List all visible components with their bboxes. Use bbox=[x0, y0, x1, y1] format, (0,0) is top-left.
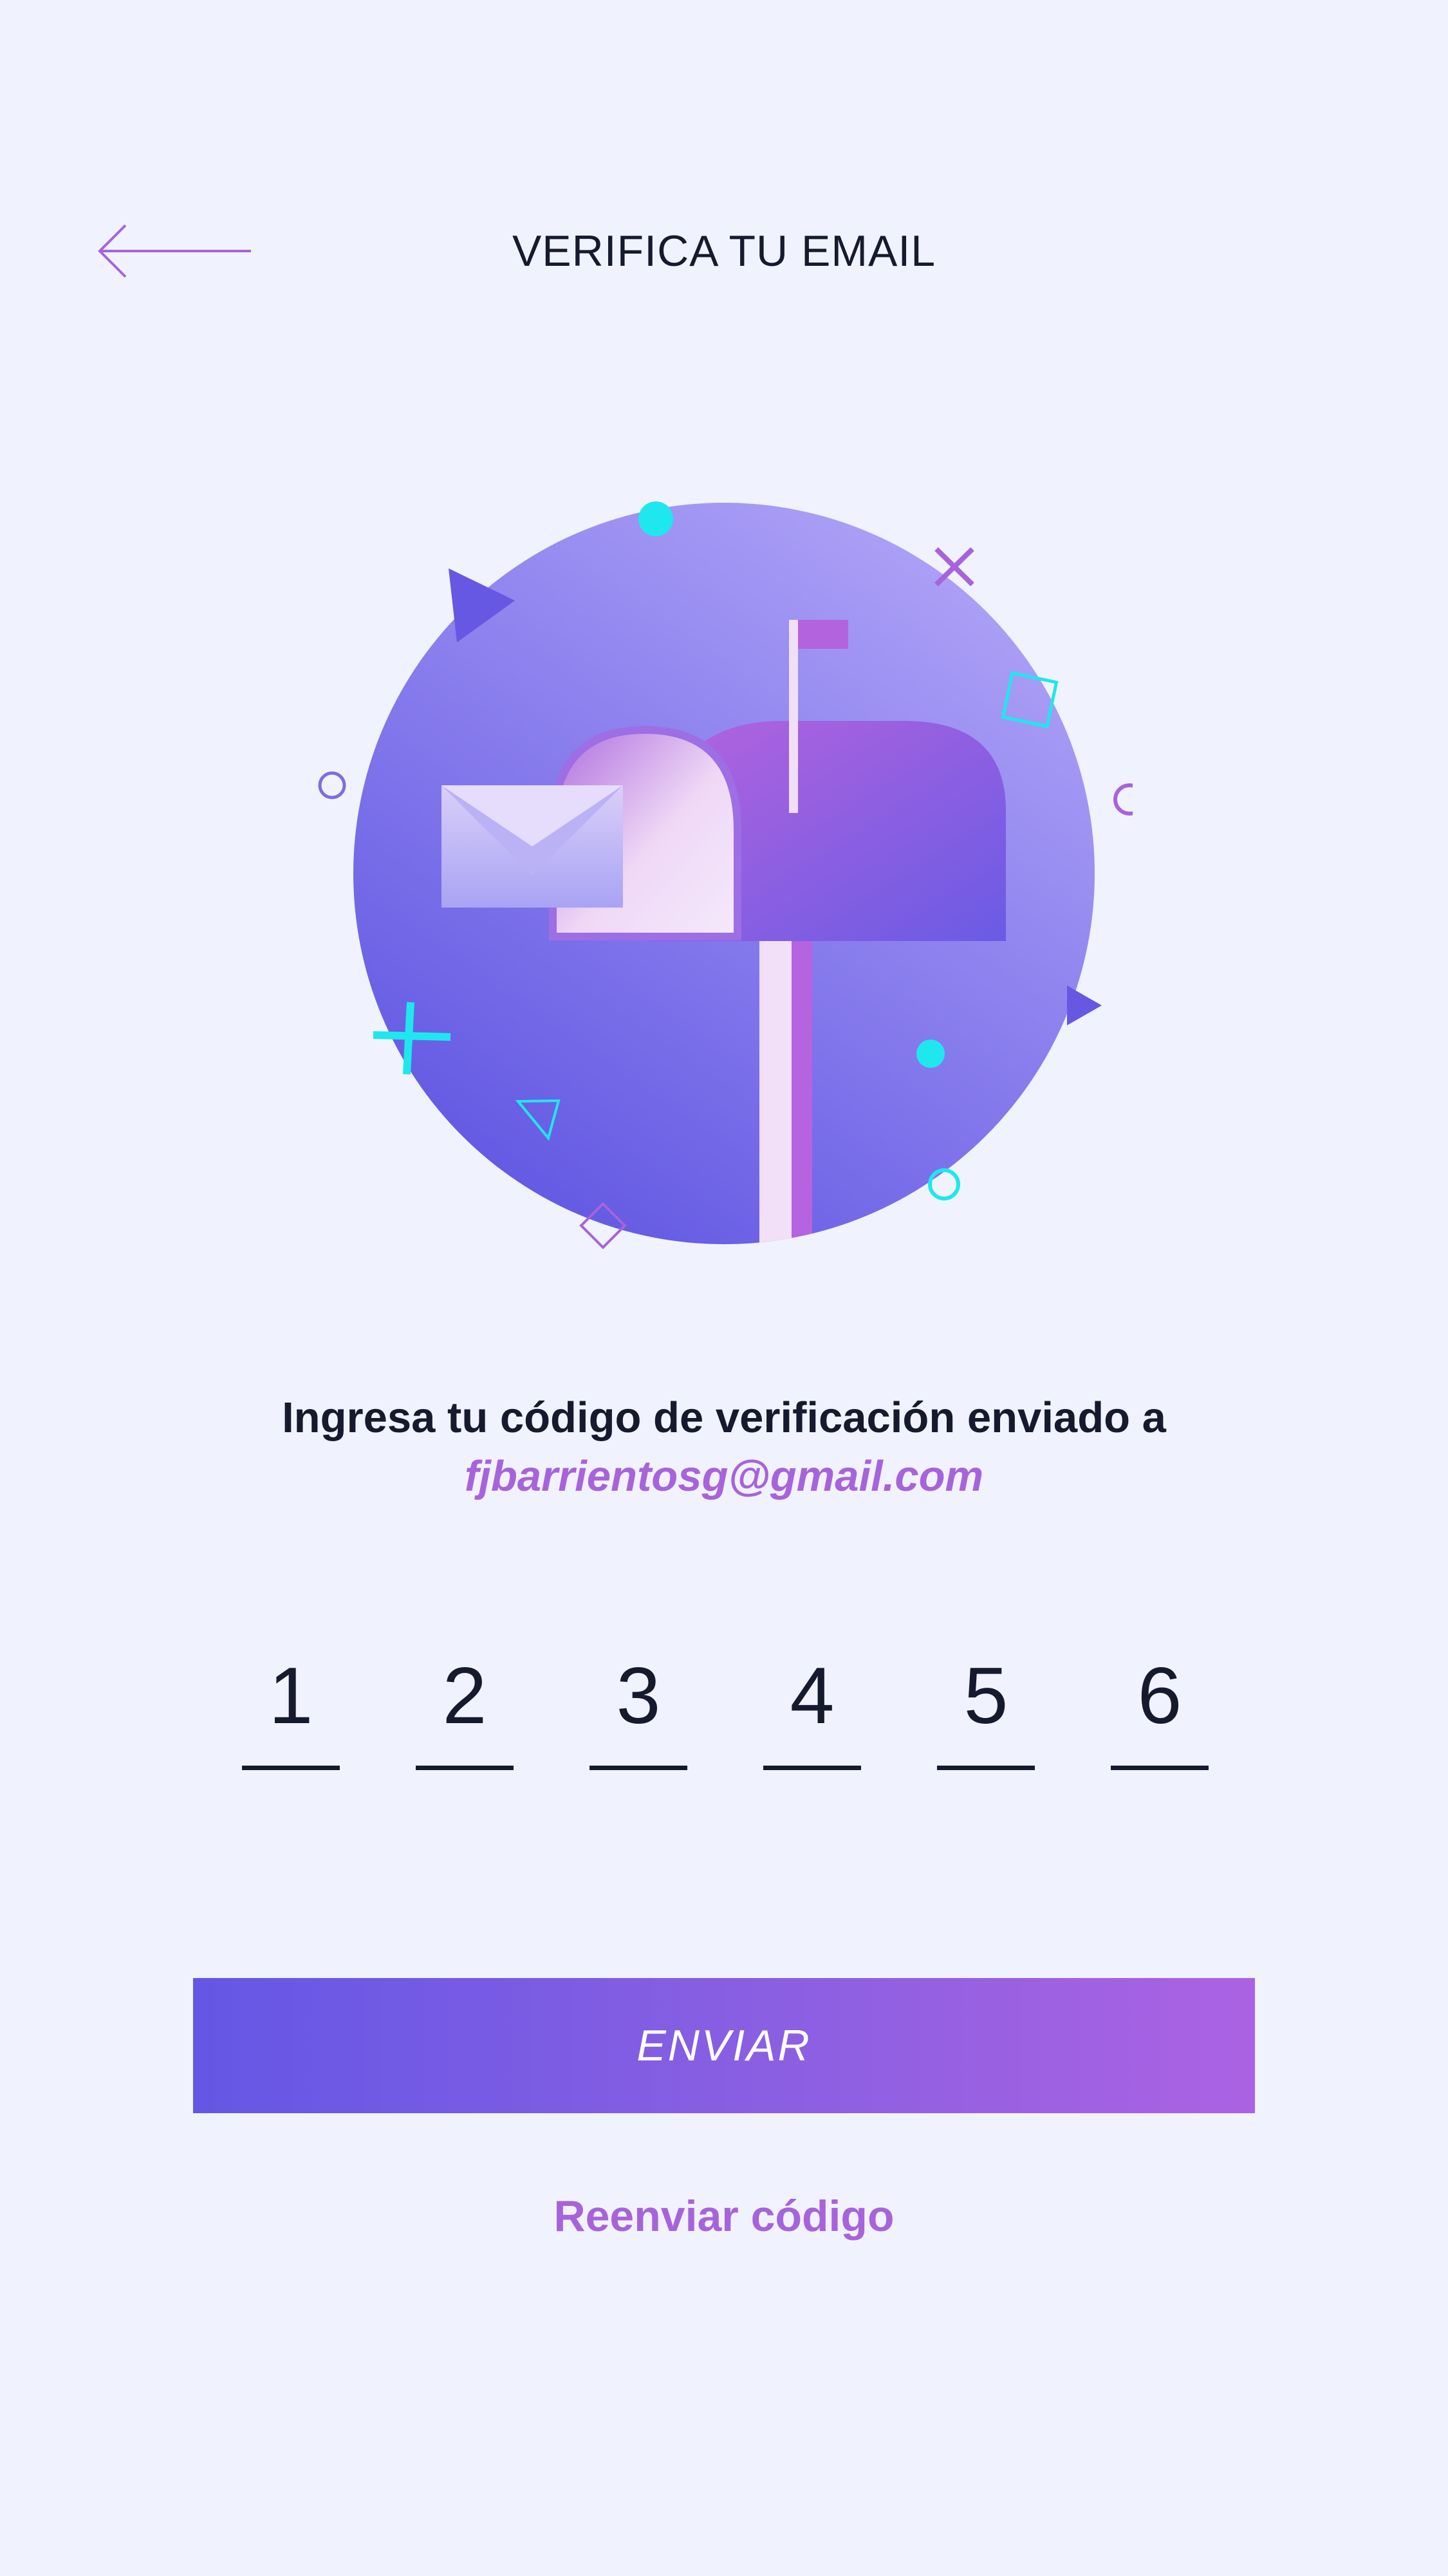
page-title: VERIFICA TU EMAIL bbox=[512, 227, 936, 275]
mailbox-flag-icon bbox=[789, 620, 798, 813]
email-address: fjbarrientosg@gmail.com bbox=[464, 1452, 984, 1500]
decor-ring-icon bbox=[928, 1168, 960, 1200]
code-digit-4[interactable]: 4 bbox=[763, 1641, 861, 1770]
submit-button[interactable]: ENVIAR bbox=[193, 1978, 1255, 2113]
decor-triangle-icon bbox=[1067, 985, 1102, 1025]
decor-ring-icon bbox=[1113, 783, 1133, 816]
instructions-text: Ingresa tu código de verificación enviad… bbox=[282, 1394, 1166, 1442]
resend-code-link[interactable]: Reenviar código bbox=[0, 2184, 1448, 2248]
code-digit-3[interactable]: 3 bbox=[589, 1641, 687, 1770]
envelope-icon bbox=[441, 785, 623, 908]
decor-dot-icon bbox=[638, 501, 673, 536]
code-digit-6[interactable]: 6 bbox=[1111, 1641, 1209, 1770]
decor-cross-icon bbox=[934, 547, 974, 586]
instructions: Ingresa tu código de verificación enviad… bbox=[0, 1387, 1448, 1504]
code-digit-1[interactable]: 1 bbox=[242, 1641, 340, 1770]
decor-ring-icon bbox=[318, 771, 346, 799]
code-digit-2[interactable]: 2 bbox=[416, 1641, 514, 1770]
mailbox-illustration bbox=[315, 480, 1133, 1278]
verification-code-input: 1 2 3 4 5 6 bbox=[0, 1641, 1448, 1770]
decor-dot-icon bbox=[916, 1040, 945, 1068]
code-digit-5[interactable]: 5 bbox=[937, 1641, 1035, 1770]
